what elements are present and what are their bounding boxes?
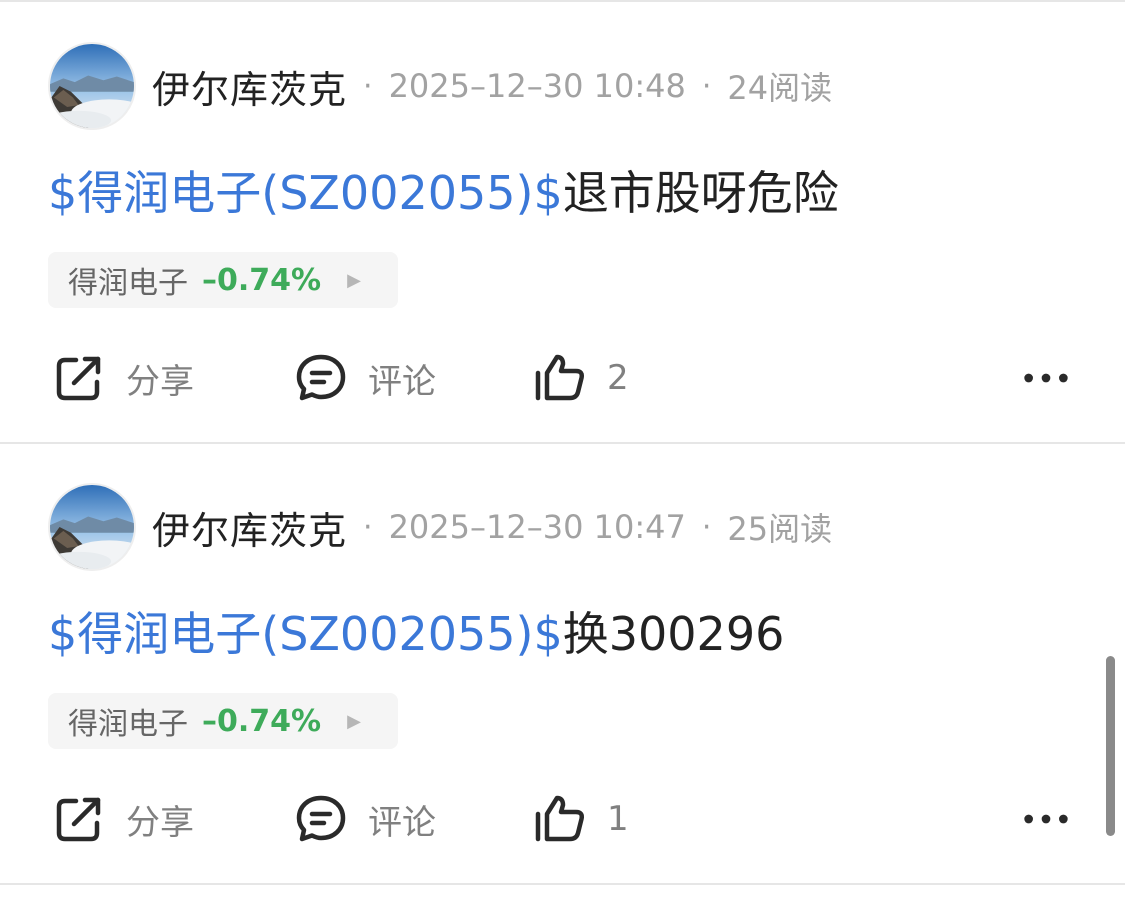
share-icon — [56, 797, 101, 842]
post-text: 退市股呀危险 — [562, 166, 839, 220]
share-button[interactable]: 分享 — [52, 342, 194, 414]
read-count: 24阅读 — [727, 69, 833, 107]
avatar[interactable] — [48, 483, 136, 571]
author-name[interactable]: 伊尔库茨克 — [152, 500, 347, 555]
stock-chip-change: –0.74% — [202, 703, 322, 739]
comment-button[interactable]: 评论 — [294, 342, 436, 414]
meta-separator: · — [701, 509, 712, 545]
meta-separator: · — [363, 68, 373, 104]
stock-chip[interactable]: 得润电子 –0.74% ▶ — [48, 693, 398, 749]
post-meta: 伊尔库茨克 · 2025–12–30 10:48 · 24阅读 — [152, 58, 832, 114]
comment-label: 评论 — [368, 361, 436, 402]
stock-chip-change: –0.74% — [202, 262, 322, 298]
comment-label: 评论 — [368, 802, 436, 843]
like-button[interactable]: 2 — [533, 342, 629, 414]
comment-icon — [296, 354, 346, 401]
like-icon — [535, 354, 584, 401]
meta-separator: · — [363, 509, 373, 545]
post-card[interactable]: 伊尔库茨克 · 2025–12–30 10:47 · 25阅读 $得润电子(SZ… — [0, 443, 1125, 883]
divider — [0, 883, 1125, 885]
avatar[interactable] — [48, 42, 136, 130]
share-button[interactable]: 分享 — [52, 783, 194, 855]
post-time: 2025–12–30 10:47 — [388, 508, 686, 546]
chevron-right-icon: ▶ — [347, 269, 361, 291]
more-button[interactable] — [1018, 342, 1074, 414]
comment-button[interactable]: 评论 — [294, 783, 436, 855]
like-button[interactable]: 1 — [533, 783, 629, 855]
avatar-image — [50, 44, 134, 128]
stock-chip[interactable]: 得润电子 –0.74% ▶ — [48, 252, 398, 308]
action-bar: 分享 评论 2 — [0, 342, 1125, 414]
like-icon — [535, 795, 584, 842]
stock-link[interactable]: $得润电子(SZ002055)$ — [48, 607, 563, 661]
author-name[interactable]: 伊尔库茨克 — [152, 59, 347, 114]
post-content[interactable]: $得润电子(SZ002055)$退市股呀危险 — [48, 162, 839, 224]
post-card[interactable]: 伊尔库茨克 · 2025–12–30 10:48 · 24阅读 $得润电子(SZ… — [0, 2, 1125, 442]
post-feed: 伊尔库茨克 · 2025–12–30 10:48 · 24阅读 $得润电子(SZ… — [0, 0, 1125, 904]
meta-separator: · — [701, 68, 712, 104]
post-content[interactable]: $得润电子(SZ002055)$换300296 — [48, 603, 784, 665]
post-time: 2025–12–30 10:48 — [388, 67, 686, 105]
share-icon — [56, 356, 101, 401]
read-count: 25阅读 — [727, 510, 833, 548]
share-label: 分享 — [126, 802, 194, 843]
post-meta: 伊尔库茨克 · 2025–12–30 10:47 · 25阅读 — [152, 499, 832, 555]
stock-chip-name: 得润电子 — [68, 266, 188, 301]
like-count: 2 — [607, 358, 629, 398]
comment-icon — [296, 795, 346, 842]
more-icon — [1024, 373, 1068, 383]
like-count: 1 — [607, 799, 629, 839]
chevron-right-icon: ▶ — [347, 710, 361, 732]
stock-chip-name: 得润电子 — [68, 707, 188, 742]
avatar-image — [50, 485, 134, 569]
scrollbar[interactable] — [1106, 656, 1115, 836]
action-bar: 分享 评论 1 — [0, 783, 1125, 855]
more-button[interactable] — [1018, 783, 1074, 855]
more-icon — [1024, 814, 1068, 824]
post-text: 换300296 — [562, 607, 785, 661]
share-label: 分享 — [126, 361, 194, 402]
stock-link[interactable]: $得润电子(SZ002055)$ — [48, 166, 563, 220]
